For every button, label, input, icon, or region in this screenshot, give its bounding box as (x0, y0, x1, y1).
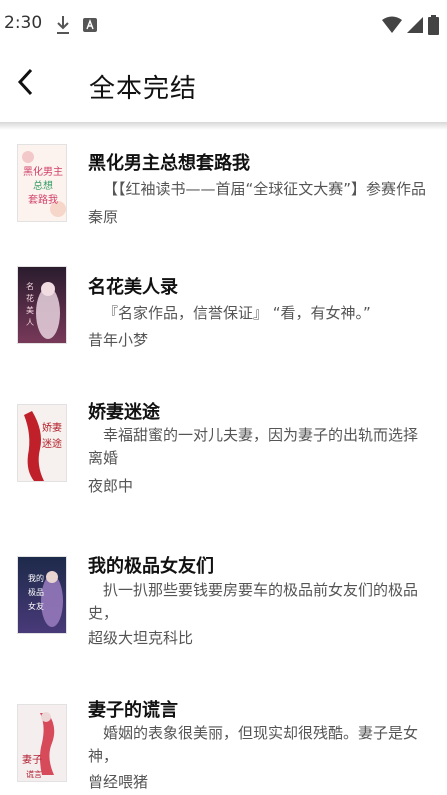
svg-text:我的: 我的 (28, 573, 44, 583)
status-time: 2:30 (4, 13, 43, 33)
svg-text:套路我: 套路我 (28, 193, 58, 206)
book-title: 妻子的谎言 (88, 700, 178, 721)
book-author: 昔年小梦 (88, 331, 149, 349)
status-right-icons (382, 15, 439, 39)
signal-icon (406, 16, 424, 38)
svg-text:谎言: 谎言 (26, 769, 42, 779)
svg-text:人: 人 (26, 318, 34, 327)
book-description: 【【红袖读书——首届“全球征文大赛”】参赛作品 (103, 180, 427, 198)
svg-text:名: 名 (26, 281, 34, 291)
page-title: 全本完结 (89, 74, 198, 104)
book-author: 曾经喂猪 (88, 773, 149, 791)
book-description: 幸福甜蜜的一对儿夫妻，因为妻子的出轨而选择离婚 (88, 426, 419, 467)
book-title: 名花美人录 (88, 277, 178, 298)
book-cover[interactable]: 妻子 谎言 (17, 704, 67, 782)
book-cover[interactable]: 娇妻 迷途 (17, 404, 67, 482)
book-item[interactable]: 名 花 美 人 名花美人录 『名家作品，信誉保证』 “看，有女神。” 昔年小梦 (0, 254, 447, 374)
back-button[interactable] (6, 64, 46, 104)
book-cover[interactable]: 名 花 美 人 (17, 266, 67, 344)
svg-text:女友: 女友 (28, 601, 44, 611)
app-header: 全本完结 (0, 50, 447, 122)
book-description: 婚姻的表象很美丽，但现实却很残酷。妻子是女神， (88, 724, 419, 765)
book-author: 秦原 (88, 208, 119, 226)
svg-text:黑化男主: 黑化男主 (23, 165, 63, 178)
header-divider (0, 122, 447, 130)
book-title: 我的极品女友们 (88, 556, 214, 577)
book-author: 超级大坦克科比 (88, 629, 194, 647)
book-item[interactable]: 黑化男主 总想 套路我 黑化男主总想套路我 【【红袖读书——首届“全球征文大赛”… (0, 130, 447, 250)
svg-text:总想: 总想 (33, 179, 53, 192)
book-description: 扒一扒那些要钱要房要车的极品前女友们的极品史， (88, 581, 419, 622)
svg-text:极品: 极品 (28, 587, 44, 597)
svg-text:妻子: 妻子 (22, 753, 42, 766)
book-title: 黑化男主总想套路我 (88, 153, 250, 174)
svg-text:美: 美 (26, 305, 34, 315)
book-description: 『名家作品，信誉保证』 “看，有女神。” (103, 304, 371, 322)
svg-text:迷途: 迷途 (42, 437, 62, 450)
book-item[interactable]: 我的 极品 女友 我的极品女友们 扒一扒那些要钱要房要车的极品前女友们的极品史，… (0, 530, 447, 680)
battery-icon (428, 15, 439, 39)
svg-text:娇妻: 娇妻 (42, 421, 62, 434)
status-bar: 2:30 (0, 0, 447, 50)
svg-text:花: 花 (26, 293, 34, 303)
book-cover[interactable]: 黑化男主 总想 套路我 (17, 144, 67, 222)
book-item[interactable]: 娇妻 迷途 娇妻迷途 幸福甜蜜的一对儿夫妻，因为妻子的出轨而选择离婚 夜郎中 (0, 378, 447, 528)
book-cover[interactable]: 我的 极品 女友 (17, 556, 67, 634)
book-title: 娇妻迷途 (88, 402, 160, 423)
book-author: 夜郎中 (88, 477, 134, 495)
book-item[interactable]: 妻子 谎言 妻子的谎言 婚姻的表象很美丽，但现实却很残酷。妻子是女神， 曾经喂猪 (0, 682, 447, 795)
wifi-icon (382, 16, 402, 38)
a-notification-icon (83, 17, 97, 32)
download-icon (55, 14, 71, 36)
back-arrow-icon (16, 68, 36, 100)
